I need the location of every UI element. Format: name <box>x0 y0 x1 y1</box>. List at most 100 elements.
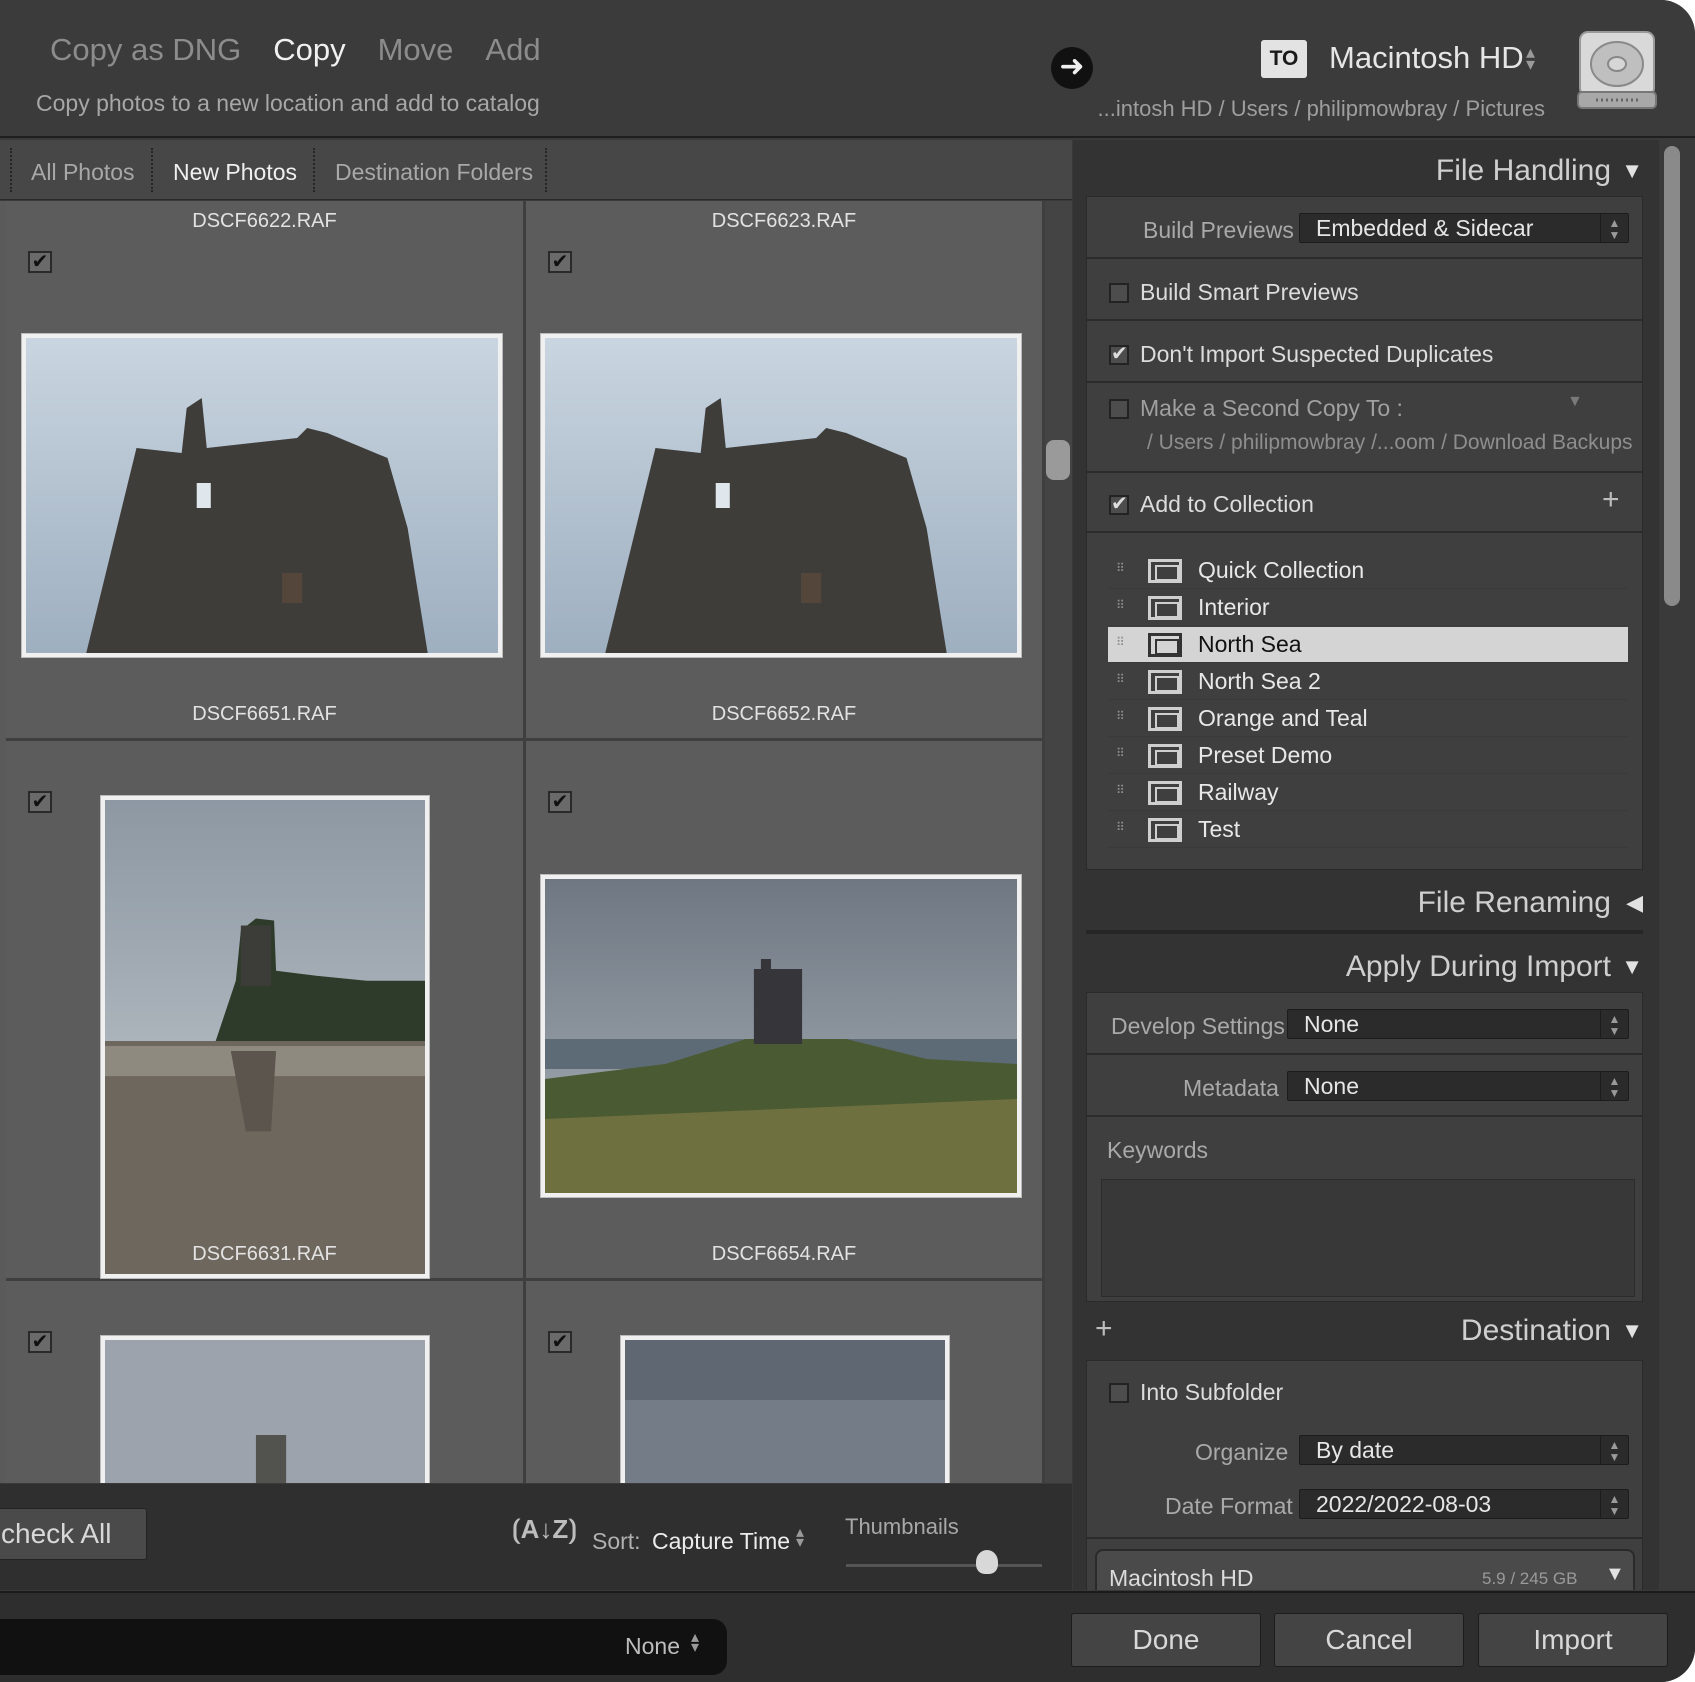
collection-item-interior[interactable]: ⠿ Interior <box>1108 590 1628 626</box>
destination-drive-selector[interactable]: Macintosh HD <box>1329 40 1524 76</box>
add-to-collection-label: Add to Collection <box>1140 491 1314 517</box>
apply-during-import-header[interactable]: Apply During Import <box>1346 950 1611 984</box>
divider <box>1087 257 1642 259</box>
second-copy-checkbox[interactable] <box>1109 399 1129 419</box>
chevron-updown-icon[interactable]: ▴ ▾ <box>796 1525 804 1551</box>
mode-move[interactable]: Move <box>378 32 454 68</box>
import-button[interactable]: Import <box>1478 1613 1668 1667</box>
photo-checkbox[interactable]: ✔ <box>28 251 52 273</box>
metadata-select[interactable]: None ▲ ▼ <box>1287 1071 1629 1101</box>
panel-scroll-thumb[interactable] <box>1664 146 1680 606</box>
thumbnail-slider-handle[interactable] <box>976 1550 998 1574</box>
grid-scroll-thumb[interactable] <box>1046 440 1070 480</box>
photo-thumbnail[interactable] <box>540 333 1022 658</box>
triangle-left-icon[interactable]: ◀ <box>1626 890 1643 916</box>
triangle-down-icon[interactable]: ▼ <box>1621 954 1643 980</box>
collection-item-north-sea-2[interactable]: ⠿ North Sea 2 <box>1108 664 1628 700</box>
collection-expand-icon[interactable]: ⠿ <box>1116 783 1125 797</box>
chevron-updown-icon[interactable]: ▴ ▾ <box>691 1630 699 1656</box>
photo-cell[interactable]: DSCF6651.RAF ✔ <box>6 703 526 1281</box>
grid-scrollbar[interactable] <box>1045 201 1072 1483</box>
mode-copy[interactable]: Copy <box>273 32 345 68</box>
photo-thumbnail[interactable] <box>540 874 1022 1198</box>
collection-expand-icon[interactable]: ⠿ <box>1116 746 1125 760</box>
photo-thumbnail[interactable] <box>100 1335 430 1483</box>
file-handling-header[interactable]: File Handling <box>1436 154 1611 188</box>
sort-select[interactable]: Capture Time <box>652 1528 790 1555</box>
collection-expand-icon[interactable]: ⠿ <box>1116 561 1125 575</box>
check-all-button[interactable]: check All <box>0 1508 147 1560</box>
tab-new-photos[interactable]: New Photos <box>173 140 297 200</box>
mode-copy-as-dng[interactable]: Copy as DNG <box>50 32 241 68</box>
photo-filename: DSCF6651.RAF <box>192 703 337 725</box>
photo-thumbnail[interactable] <box>620 1335 950 1483</box>
chevron-updown-icon[interactable]: ▴ ▾ <box>1526 43 1535 73</box>
photo-cell[interactable]: DSCF6623.RAF ✔ <box>526 201 1045 741</box>
collection-item-preset-demo[interactable]: ⠿ Preset Demo <box>1108 738 1628 774</box>
collection-label: Interior <box>1198 594 1270 620</box>
photo-checkbox[interactable]: ✔ <box>28 1331 52 1353</box>
photo-cell[interactable]: DSCF6622.RAF ✔ <box>6 201 526 741</box>
photo-checkbox[interactable]: ✔ <box>548 1331 572 1353</box>
into-subfolder-checkbox[interactable] <box>1109 1383 1129 1403</box>
triangle-down-icon[interactable]: ▼ <box>1567 393 1583 411</box>
photo-checkbox[interactable]: ✔ <box>548 251 572 273</box>
mode-add[interactable]: Add <box>485 32 540 68</box>
triangle-down-icon[interactable]: ▼ <box>1605 1563 1625 1586</box>
destination-header[interactable]: Destination <box>1461 1314 1611 1348</box>
triangle-down-icon[interactable]: ▼ <box>1621 158 1643 184</box>
sky-photo <box>625 1340 945 1483</box>
into-subfolder-label: Into Subfolder <box>1140 1379 1284 1405</box>
add-to-collection-checkbox[interactable]: ✔ <box>1109 494 1129 515</box>
photo-thumbnail[interactable] <box>21 333 503 658</box>
photo-cell[interactable]: DSCF6652.RAF ✔ <box>526 703 1045 1281</box>
photo-checkbox[interactable]: ✔ <box>28 791 52 813</box>
chevron-updown-icon[interactable]: ▲ ▼ <box>1600 1072 1628 1100</box>
collection-item-quick-collection[interactable]: ⠿ Quick Collection <box>1108 553 1628 589</box>
chevron-updown-icon[interactable]: ▲ ▼ <box>1600 1436 1628 1464</box>
thumbnail-size-slider[interactable] <box>846 1564 1042 1567</box>
dont-import-duplicates-checkbox[interactable]: ✔ <box>1109 344 1129 365</box>
chevron-updown-icon[interactable]: ▲ ▼ <box>1600 1010 1628 1038</box>
collection-item-test[interactable]: ⠿ Test <box>1108 812 1628 848</box>
file-renaming-header[interactable]: File Renaming <box>1418 886 1611 920</box>
import-preset-field[interactable] <box>0 1619 727 1675</box>
tab-all-photos[interactable]: All Photos <box>31 140 135 200</box>
collection-expand-icon[interactable]: ⠿ <box>1116 672 1125 686</box>
collection-item-orange-and-teal[interactable]: ⠿ Orange and Teal <box>1108 701 1628 737</box>
build-smart-previews-checkbox[interactable] <box>1109 283 1129 303</box>
drive-card[interactable]: Macintosh HD 5.9 / 245 GB ▼ <box>1095 1549 1635 1590</box>
develop-settings-value: None <box>1304 1011 1359 1037</box>
photo-checkbox[interactable]: ✔ <box>548 791 572 813</box>
divider <box>1087 1115 1642 1117</box>
chevron-updown-icon[interactable]: ▲ ▼ <box>1600 214 1628 242</box>
collection-icon <box>1148 559 1182 583</box>
castle-photo <box>105 1340 425 1483</box>
collection-icon <box>1148 781 1182 805</box>
build-previews-select[interactable]: Embedded & Sidecar ▲ ▼ <box>1299 213 1629 243</box>
tab-separator <box>10 148 12 192</box>
keywords-input[interactable] <box>1101 1179 1635 1297</box>
photo-thumbnail[interactable] <box>100 795 430 1279</box>
triangle-down-icon[interactable]: ▼ <box>1621 1318 1643 1344</box>
add-destination-plus-icon[interactable]: + <box>1095 1312 1113 1346</box>
date-format-select[interactable]: 2022/2022-08-03 ▲ ▼ <box>1299 1489 1629 1519</box>
collection-expand-icon[interactable]: ⠿ <box>1116 709 1125 723</box>
sort-az-icon[interactable]: ⟮A↓Z⟯ <box>512 1514 577 1546</box>
collection-expand-icon[interactable]: ⠿ <box>1116 820 1125 834</box>
chevron-updown-icon[interactable]: ▲ ▼ <box>1600 1490 1628 1518</box>
tab-destination-folders[interactable]: Destination Folders <box>335 140 533 200</box>
collection-expand-icon[interactable]: ⠿ <box>1116 598 1125 612</box>
cancel-button[interactable]: Cancel <box>1274 1613 1464 1667</box>
photo-cell[interactable]: DSCF6631.RAF ✔ <box>6 1243 526 1483</box>
import-preset-value[interactable]: None <box>625 1633 680 1660</box>
done-button[interactable]: Done <box>1071 1613 1261 1667</box>
collection-item-north-sea[interactable]: ⠿ North Sea <box>1108 627 1628 663</box>
collection-item-railway[interactable]: ⠿ Railway <box>1108 775 1628 811</box>
photo-cell[interactable]: DSCF6654.RAF ✔ <box>526 1243 1045 1483</box>
develop-settings-select[interactable]: None ▲ ▼ <box>1287 1009 1629 1039</box>
collection-expand-icon[interactable]: ⠿ <box>1116 635 1125 649</box>
organize-select[interactable]: By date ▲ ▼ <box>1299 1435 1629 1465</box>
add-collection-plus-icon[interactable]: + <box>1602 483 1620 517</box>
collection-icon <box>1148 633 1182 657</box>
